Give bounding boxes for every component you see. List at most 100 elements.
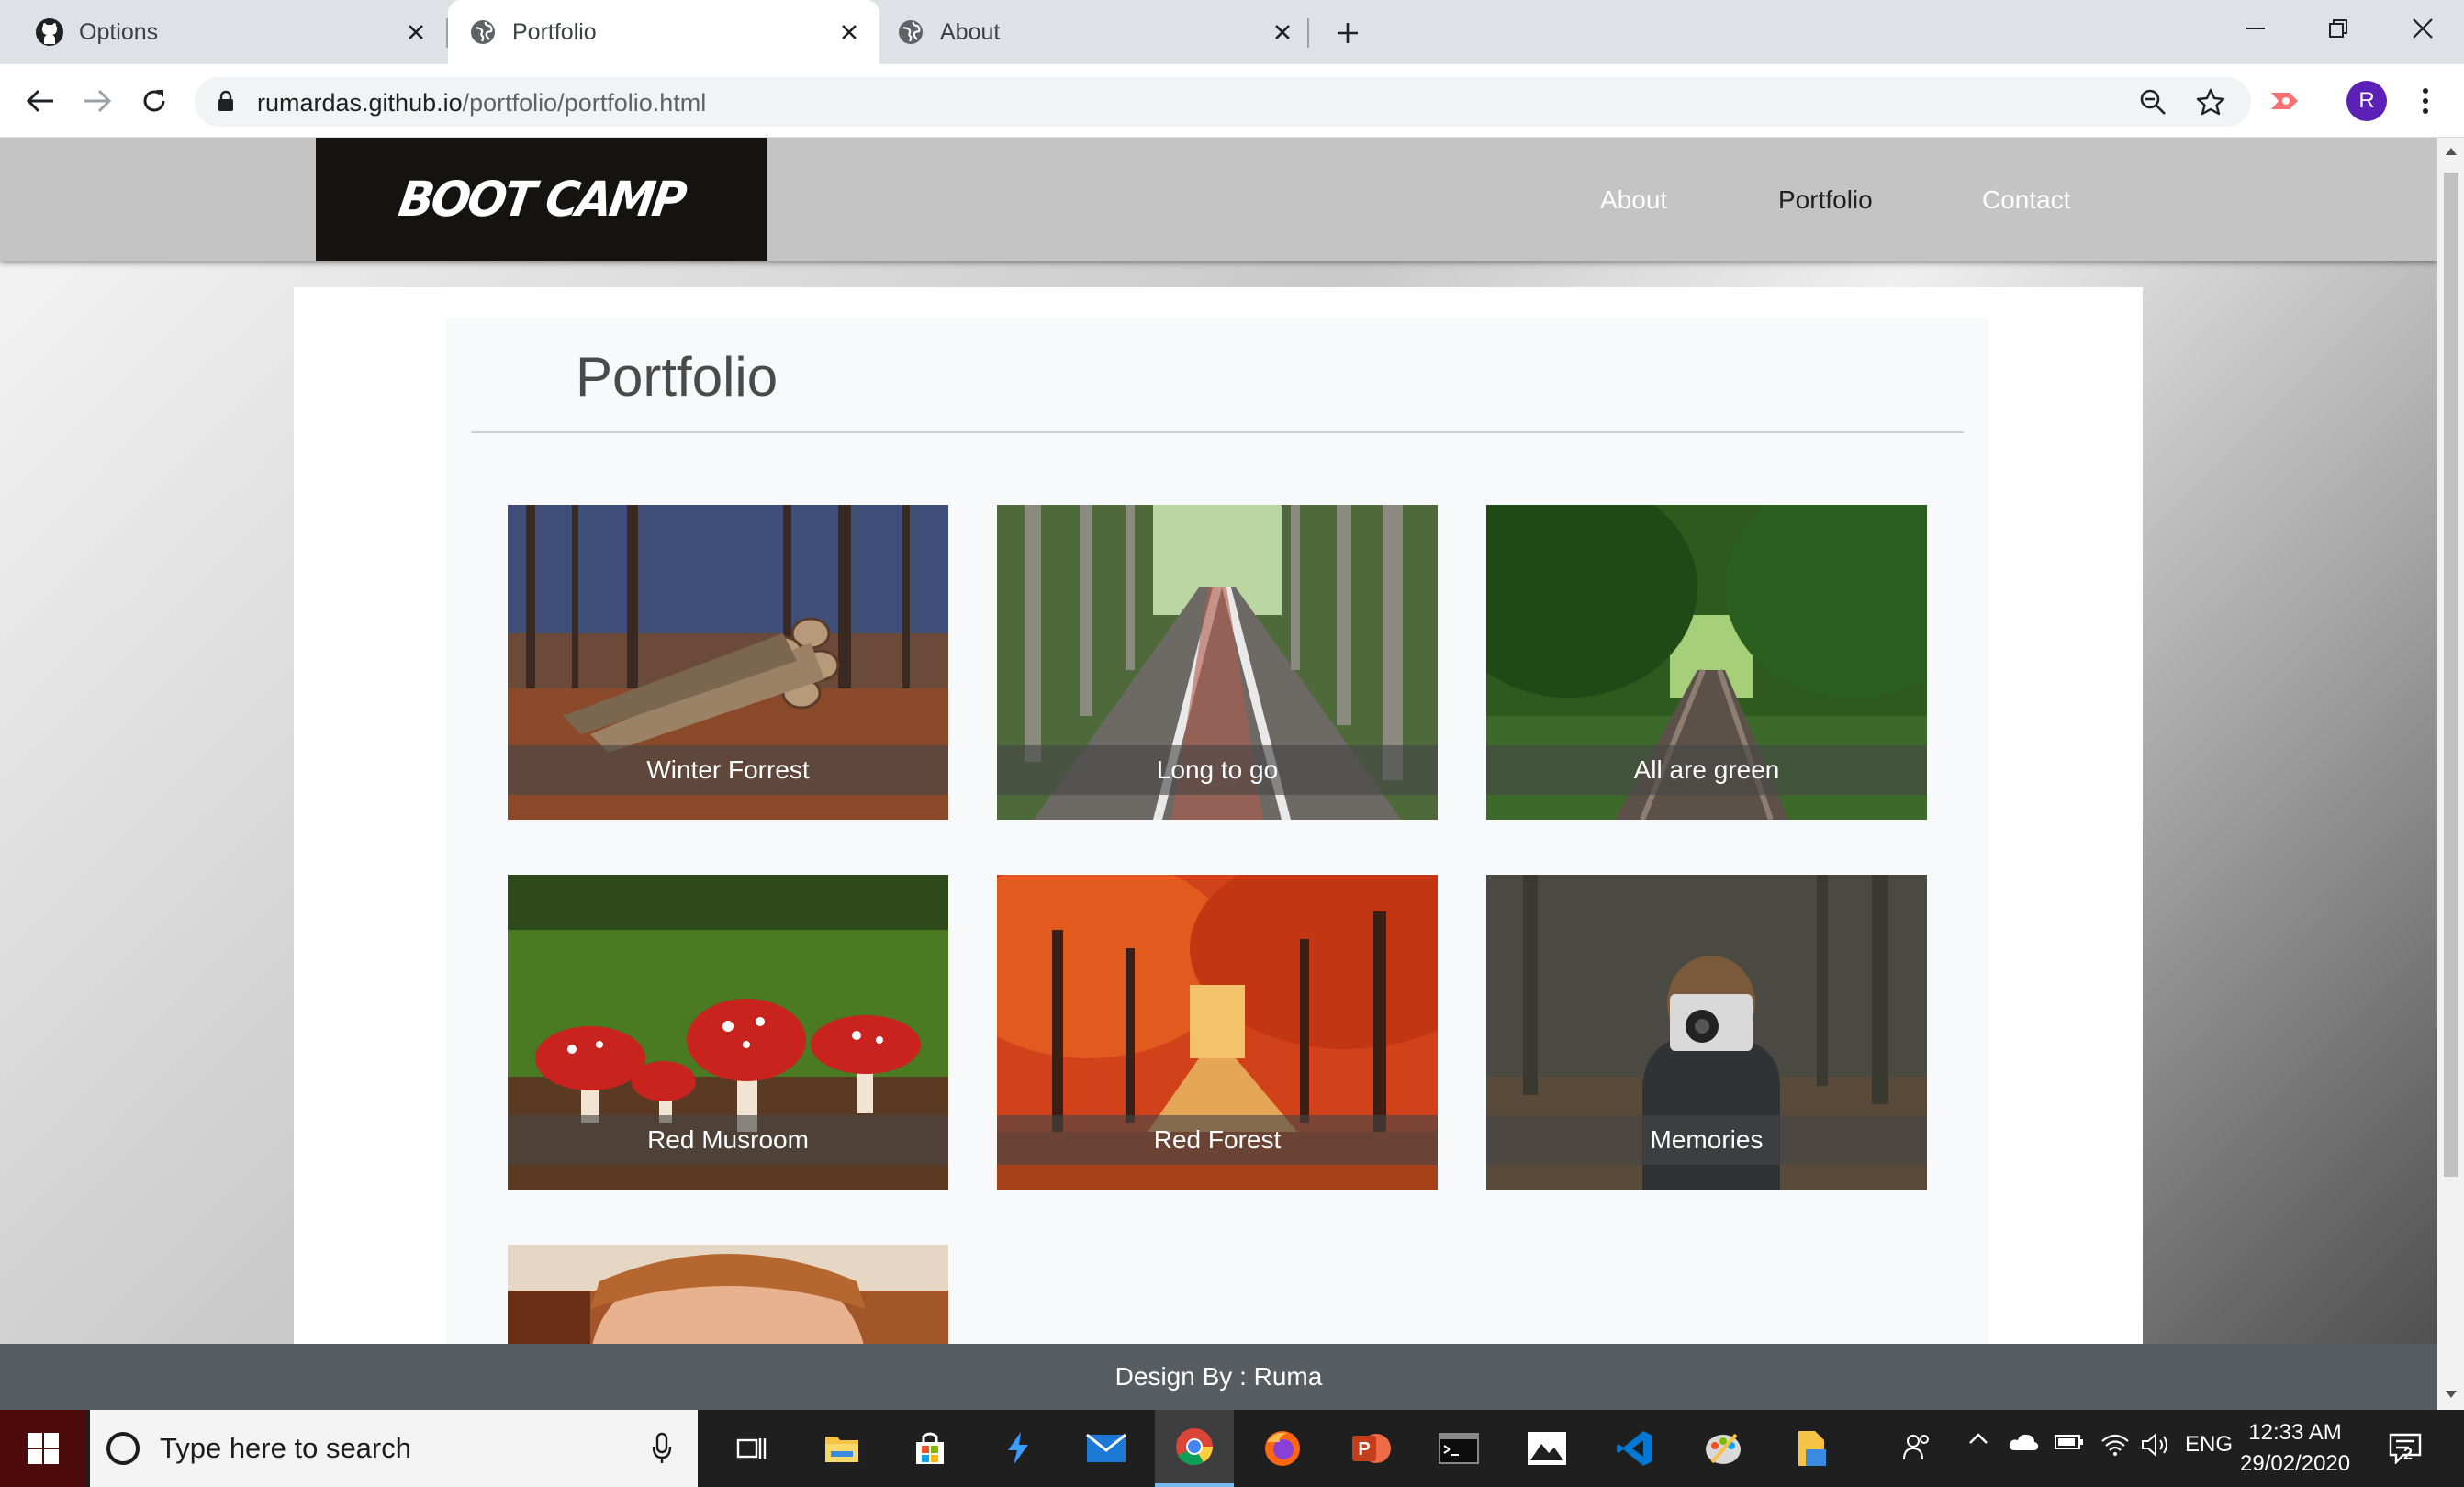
nav-portfolio[interactable]: Portfolio [1778, 185, 1873, 215]
close-tab-icon[interactable] [404, 20, 428, 44]
taskbar-search-placeholder: Type here to search [160, 1432, 411, 1464]
tab-options[interactable]: Options [0, 0, 446, 64]
portfolio-item-memories[interactable]: Memories [1486, 875, 1927, 1190]
notification-count: 2 [2403, 1445, 2414, 1463]
file-icon [1793, 1429, 1830, 1468]
taskbar-paint[interactable] [1684, 1410, 1763, 1487]
scroll-down-icon[interactable] [2445, 1390, 2458, 1399]
portfolio-item-long-to-go[interactable]: Long to go [997, 505, 1438, 820]
taskbar-powerpoint[interactable]: P [1331, 1410, 1410, 1487]
tab-separator [1307, 18, 1309, 48]
url-host: rumardas.github.io [257, 89, 463, 117]
chrome-icon [1175, 1427, 1214, 1466]
back-arrow-icon[interactable] [22, 83, 59, 119]
photos-icon [1527, 1431, 1567, 1466]
portfolio-item-red-musroom[interactable]: Red Musroom [508, 875, 948, 1190]
reload-icon[interactable] [136, 83, 173, 119]
browser-tab-strip: Options Portfolio About [0, 0, 2464, 64]
footer-credit: Design By : Ruma [1114, 1362, 1323, 1391]
taskbar-file-explorer[interactable] [802, 1410, 881, 1487]
page-title: Portfolio [576, 346, 778, 408]
more-menu-icon[interactable] [2407, 83, 2444, 119]
folder-icon [823, 1433, 860, 1464]
start-button[interactable] [0, 1410, 86, 1487]
minimize-icon[interactable] [2214, 0, 2297, 57]
portfolio-item-7[interactable] [508, 1245, 948, 1346]
taskbar-vscode[interactable] [1596, 1410, 1674, 1487]
globe-icon [896, 17, 925, 47]
onedrive-cloud-icon[interactable] [2007, 1432, 2040, 1452]
show-hidden-icons-chevron[interactable] [1965, 1432, 1992, 1445]
site-footer: Design By : Ruma [0, 1344, 2437, 1410]
address-bar[interactable]: rumardas.github.io/portfolio/portfolio.h… [195, 77, 2251, 127]
logo-text: BOOT CAMP [396, 171, 688, 228]
profile-avatar[interactable]: R [2346, 81, 2387, 121]
portfolio-caption: Long to go [997, 744, 1438, 795]
taskbar-photos[interactable] [1507, 1410, 1586, 1487]
lightning-icon [1004, 1430, 1032, 1467]
close-window-icon[interactable] [2381, 0, 2464, 57]
nav-contact[interactable]: Contact [1982, 185, 2071, 215]
firefox-icon [1263, 1429, 1302, 1468]
tab-portfolio[interactable]: Portfolio [448, 0, 879, 64]
site-header: BOOT CAMP About Portfolio Contact [0, 138, 2437, 261]
tab-title: About [940, 18, 1001, 45]
title-divider [471, 431, 1964, 433]
taskbar-chrome[interactable] [1155, 1410, 1234, 1487]
portfolio-item-winter-forrest[interactable]: Winter Forrest [508, 505, 948, 820]
star-icon[interactable] [2196, 87, 2225, 117]
terminal-icon [1439, 1433, 1479, 1464]
vertical-scrollbar[interactable] [2437, 138, 2464, 1410]
scroll-up-icon[interactable] [2445, 147, 2458, 156]
portfolio-caption: Memories [1486, 1114, 1927, 1165]
tab-about[interactable]: About [879, 0, 1307, 64]
portfolio-item-red-forest[interactable]: Red Forest [997, 875, 1438, 1190]
taskbar-mail[interactable] [1067, 1410, 1146, 1487]
github-icon [35, 17, 64, 47]
cortana-icon [105, 1430, 141, 1467]
taskbar-search-box[interactable]: Type here to search [90, 1410, 698, 1487]
scrollbar-thumb[interactable] [2444, 173, 2458, 1177]
taskbar-file-app[interactable] [1772, 1410, 1851, 1487]
nav-about[interactable]: About [1600, 185, 1667, 215]
url-path: /portfolio/portfolio.html [462, 89, 707, 117]
page-viewport: BOOT CAMP About Portfolio Contact Portfo… [0, 138, 2437, 1410]
globe-icon [468, 17, 498, 47]
restore-icon[interactable] [2297, 0, 2380, 57]
taskbar-firefox[interactable] [1243, 1410, 1322, 1487]
vscode-icon [1616, 1429, 1654, 1468]
close-tab-icon[interactable] [837, 20, 861, 44]
svg-text:P: P [1358, 1439, 1370, 1459]
close-tab-icon[interactable] [1271, 20, 1294, 44]
clock-date: 29/02/2020 [2240, 1451, 2351, 1476]
battery-icon[interactable] [2053, 1432, 2086, 1452]
windows-taskbar: Type here to search P ENG 12:33 AM 29/02… [0, 1410, 2464, 1487]
site-logo[interactable]: BOOT CAMP [316, 138, 767, 261]
url-text[interactable]: rumardas.github.io/portfolio/portfolio.h… [257, 89, 706, 117]
new-tab-button[interactable] [1331, 17, 1364, 50]
taskbar-store[interactable] [890, 1410, 969, 1487]
forward-arrow-icon[interactable] [79, 83, 116, 119]
volume-icon[interactable] [2139, 1432, 2172, 1458]
portfolio-caption: Winter Forrest [508, 744, 948, 795]
powerpoint-icon: P [1350, 1430, 1391, 1467]
zoom-out-icon[interactable] [2139, 88, 2167, 116]
tab-title: Options [79, 18, 159, 45]
windows-logo-icon [28, 1433, 59, 1464]
task-view-button[interactable] [712, 1410, 791, 1487]
browser-toolbar: rumardas.github.io/portfolio/portfolio.h… [0, 64, 2464, 138]
mail-icon [1086, 1434, 1126, 1463]
paint-icon [1703, 1429, 1743, 1468]
microphone-icon[interactable] [652, 1432, 672, 1465]
wifi-icon[interactable] [2099, 1432, 2132, 1456]
store-icon [913, 1431, 947, 1466]
people-icon[interactable] [1898, 1432, 1935, 1461]
taskbar-clock[interactable]: 12:33 AM 29/02/2020 [2240, 1417, 2350, 1480]
lock-icon[interactable] [217, 90, 235, 112]
taskbar-terminal[interactable] [1419, 1410, 1498, 1487]
portfolio-item-all-are-green[interactable]: All are green [1486, 505, 1927, 820]
task-view-icon [736, 1435, 767, 1462]
taskbar-azure-data-studio[interactable] [979, 1410, 1058, 1487]
input-language[interactable]: ENG [2181, 1432, 2236, 1458]
extension-icon[interactable] [2266, 83, 2302, 119]
